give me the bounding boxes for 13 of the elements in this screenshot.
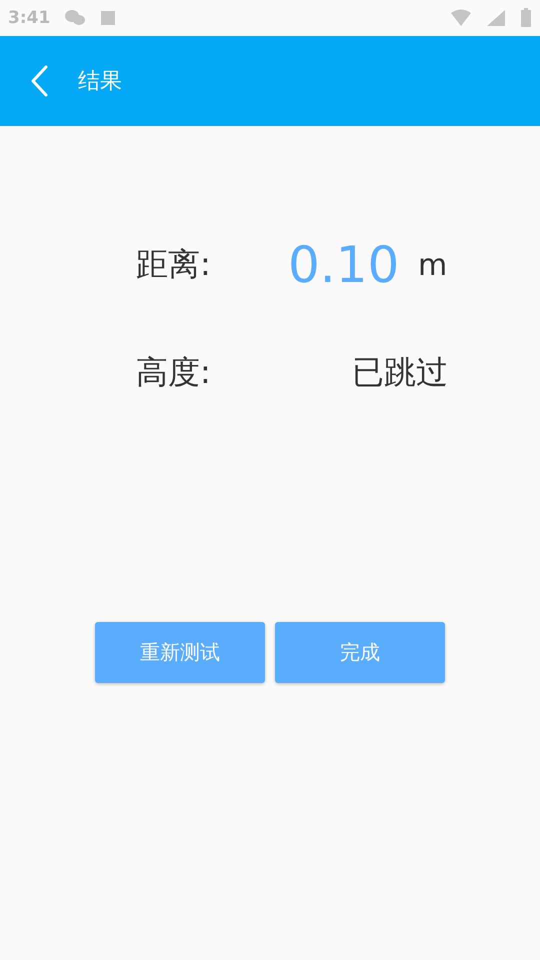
unit-label: m [418, 248, 448, 282]
result-value: 已跳过 [352, 352, 448, 393]
wifi-icon [450, 9, 472, 27]
signal-icon [486, 9, 506, 27]
page-title: 结果 [78, 68, 122, 96]
status-time: 3:41 [8, 8, 50, 28]
action-button[interactable]: 完成 [275, 622, 445, 683]
result-label: 高度: [136, 352, 212, 393]
result-value: 0.10 [288, 236, 400, 294]
action-button[interactable]: 重新测试 [95, 622, 265, 683]
result-label: 距离: [136, 244, 212, 285]
chat-icon [64, 9, 86, 27]
battery-icon [520, 8, 532, 28]
